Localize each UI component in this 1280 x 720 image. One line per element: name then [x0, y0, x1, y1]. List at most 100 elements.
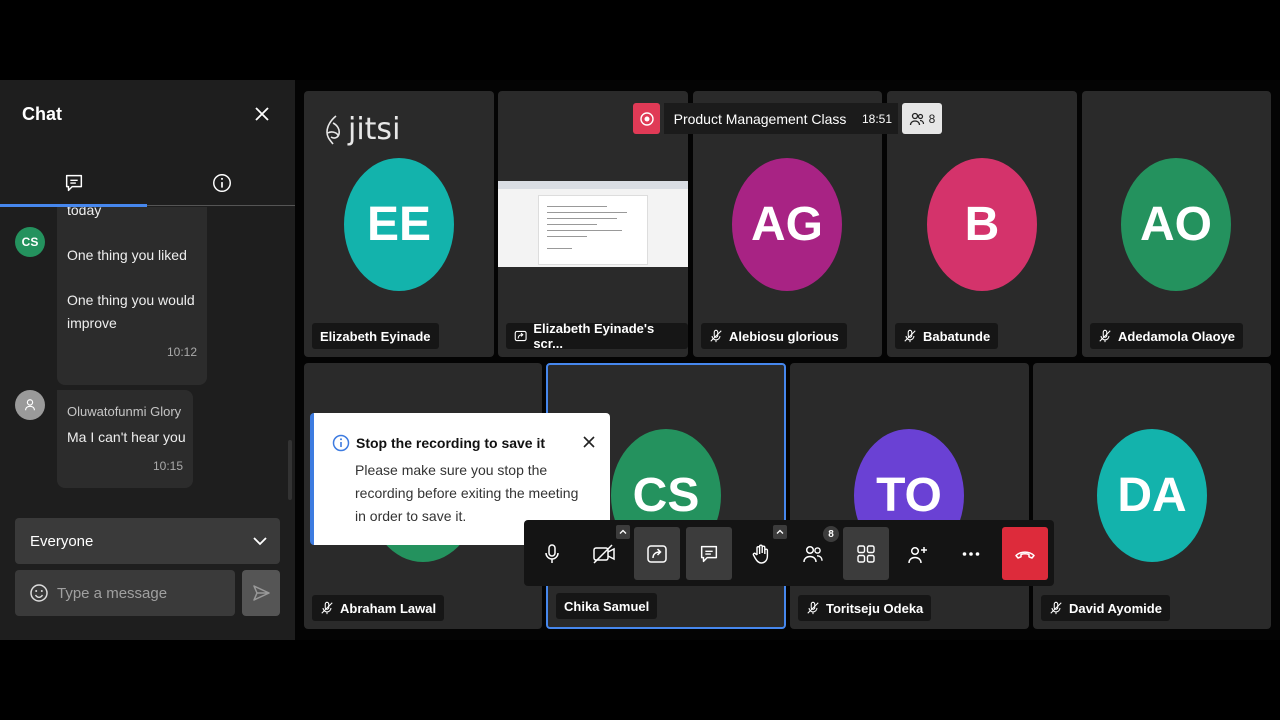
participants-badge: 8	[823, 526, 839, 542]
close-icon	[255, 107, 269, 121]
participant-name: Abraham Lawal	[340, 600, 437, 616]
mic-muted-icon	[710, 329, 722, 343]
chat-tabs	[0, 160, 295, 207]
leave-meeting-button[interactable]	[1002, 527, 1048, 580]
participant-name: David Ayomide	[1069, 600, 1162, 616]
participants-icon	[803, 545, 823, 562]
participant-name: Elizabeth Eyinade's scr...	[533, 321, 655, 351]
participant-name-tag: David Ayomide	[1041, 595, 1170, 621]
send-button[interactable]	[242, 570, 280, 616]
tab-chat[interactable]	[0, 160, 147, 207]
more-options-button[interactable]	[948, 527, 994, 580]
user-icon	[25, 399, 35, 411]
record-icon	[639, 111, 654, 126]
participant-avatar: EE	[344, 158, 454, 291]
participant-name: Babatunde	[923, 328, 991, 344]
participant-name-tag: Babatunde	[895, 323, 999, 349]
jitsi-logo-text: jitsi	[348, 112, 401, 147]
mic-muted-icon	[1050, 601, 1062, 615]
camera-off-icon	[593, 543, 615, 564]
participant-name: Adedamola Olaoye	[1118, 328, 1236, 344]
screen-share-button[interactable]	[634, 527, 680, 580]
participant-tile[interactable]: TO Toritseju Odeka	[790, 363, 1029, 629]
message-bubble: today One thing you liked One thing you …	[57, 207, 207, 385]
mic-muted-icon	[807, 601, 819, 615]
notification-body: Please make sure you stop the recording …	[355, 462, 579, 524]
chat-bubble-icon	[700, 545, 718, 562]
participant-avatar: DA	[1097, 429, 1207, 562]
participant-name-tag: Adedamola Olaoye	[1090, 323, 1244, 349]
send-icon	[253, 585, 270, 601]
screen-share-icon	[514, 330, 527, 342]
recipient-value: Everyone	[30, 532, 94, 550]
screen-share-preview	[498, 181, 688, 267]
close-chat-button[interactable]	[250, 102, 274, 126]
camera-button[interactable]	[581, 527, 627, 580]
meeting-toolbar: 8	[524, 520, 1054, 586]
meeting-title: Product Management Class	[664, 103, 856, 134]
avatar	[15, 390, 45, 420]
mic-muted-icon	[321, 601, 333, 615]
message-list: CS today One thing you liked One thing y…	[0, 207, 295, 497]
participant-name-tag: Toritseju Odeka	[798, 595, 932, 621]
participant-name-tag: Chika Samuel	[556, 593, 658, 619]
recipient-select[interactable]: Everyone	[15, 518, 280, 564]
participant-name-tag: Elizabeth Eyinade	[312, 323, 439, 349]
message-text: Ma I can't hear you	[67, 429, 186, 445]
participant-name: Toritseju Odeka	[826, 600, 924, 616]
participant-avatar: AO	[1121, 158, 1231, 291]
emoji-icon[interactable]	[29, 583, 49, 603]
message-text: today	[67, 207, 102, 218]
participant-name: Elizabeth Eyinade	[320, 328, 431, 344]
more-icon	[962, 551, 980, 556]
chat-button[interactable]	[686, 527, 732, 580]
tab-info[interactable]	[148, 160, 295, 206]
chevron-up-icon	[776, 529, 784, 534]
reactions-caret[interactable]	[773, 525, 787, 539]
jitsi-logo-icon	[326, 114, 340, 144]
chat-title: Chat	[22, 104, 62, 124]
message-input-wrap	[15, 570, 235, 616]
participant-name: Chika Samuel	[564, 598, 650, 614]
message-time: 10:12	[166, 345, 197, 359]
participant-name-tag: Alebiosu glorious	[701, 323, 847, 349]
grid-icon	[857, 544, 875, 563]
message-sender: Oluwatofunmi Glory	[67, 404, 182, 419]
participant-name: Alebiosu glorious	[729, 328, 839, 344]
add-user-icon	[908, 546, 927, 563]
participant-name-tag: Elizabeth Eyinade's scr...	[506, 321, 688, 351]
participant-count-button[interactable]: 8	[902, 103, 942, 134]
participant-tile[interactable]: DA David Ayomide	[1033, 363, 1271, 629]
info-icon	[212, 174, 231, 192]
participants-icon	[909, 112, 924, 125]
message-input[interactable]	[57, 584, 217, 602]
avatar: CS	[15, 227, 45, 257]
invite-button[interactable]	[895, 527, 941, 580]
chat-bubble-icon	[65, 174, 82, 192]
participant-avatar: AG	[732, 158, 842, 291]
participant-avatar: B	[927, 158, 1037, 291]
participant-name-tag: Abraham Lawal	[312, 595, 445, 621]
close-icon[interactable]	[580, 433, 598, 451]
participant-tile[interactable]: AO Adedamola Olaoye	[1082, 91, 1271, 357]
microphone-button[interactable]	[529, 527, 575, 580]
meeting-timer: 18:51	[856, 103, 898, 134]
message-text: One thing you would improve	[67, 292, 195, 331]
hand-icon	[752, 544, 769, 564]
chevron-down-icon	[253, 537, 267, 546]
participant-count: 8	[928, 111, 936, 126]
mic-muted-icon	[904, 329, 916, 343]
info-icon	[332, 434, 350, 452]
microphone-icon	[545, 543, 559, 563]
tile-view-button[interactable]	[843, 527, 889, 580]
hangup-icon	[1015, 550, 1035, 559]
screen-share-icon	[647, 544, 667, 563]
message-bubble: Oluwatofunmi Glory Ma I can't hear you 1…	[57, 390, 193, 488]
jitsi-logo: jitsi	[322, 112, 400, 147]
message-time: 10:15	[152, 459, 183, 473]
chat-scrollbar[interactable]	[288, 440, 292, 500]
mic-muted-icon	[1099, 329, 1111, 343]
notification-title: Stop the recording to save it	[356, 435, 546, 451]
recording-indicator	[633, 103, 660, 134]
chat-panel: Chat CS today One thing you liked One th…	[0, 80, 295, 640]
